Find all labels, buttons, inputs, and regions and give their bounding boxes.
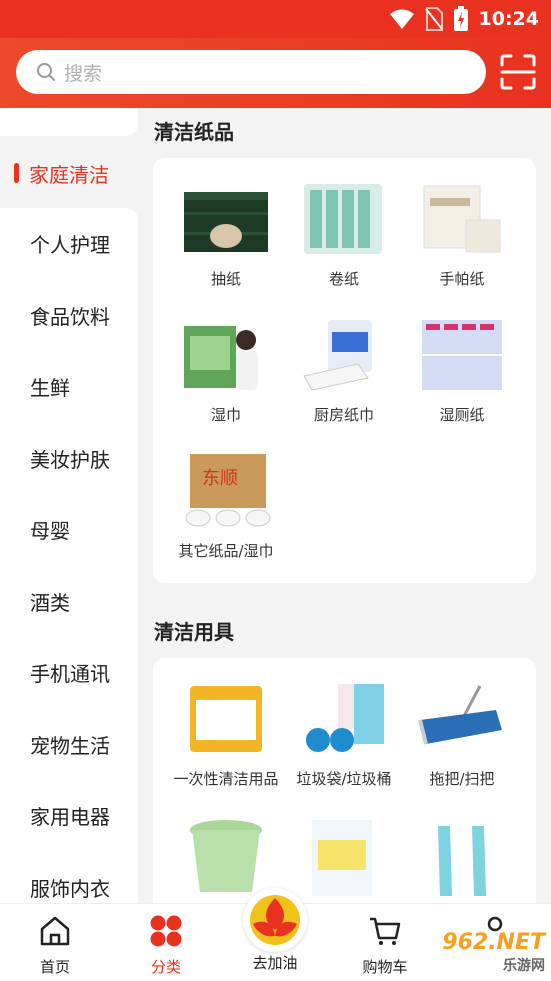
product-item[interactable] xyxy=(402,816,522,896)
product-image xyxy=(180,316,272,396)
watermark-brand: 962.NET xyxy=(442,930,545,955)
search-icon xyxy=(37,63,55,81)
product-item[interactable] xyxy=(166,816,286,896)
section-card: 一次性清洁用品 垃圾袋/垃圾桶 拖把/扫把 xyxy=(153,658,536,903)
product-image: 东顺 xyxy=(180,452,272,532)
product-image xyxy=(416,680,508,760)
sidebar-item[interactable]: 家用电器 xyxy=(0,780,138,852)
svg-text:东顺: 东顺 xyxy=(202,468,238,489)
product-image xyxy=(298,816,390,896)
sidebar-item[interactable]: 个人护理 xyxy=(0,208,138,280)
product-item[interactable]: 抽纸 xyxy=(166,180,286,289)
status-bar: 10:24 xyxy=(0,0,551,38)
scan-icon xyxy=(500,54,536,90)
tab-label: 分类 xyxy=(150,958,181,976)
product-item[interactable] xyxy=(284,816,404,896)
sidebar-list: 个人护理 食品饮料 生鲜 美妆护肤 母婴 酒类 手机通讯 宠物生活 家用电器 服… xyxy=(0,208,138,908)
product-label: 抽纸 xyxy=(210,270,241,288)
tab-category[interactable]: 分类 xyxy=(126,914,206,977)
product-item[interactable]: 卷纸 xyxy=(284,180,404,289)
sidebar-item[interactable]: 食品饮料 xyxy=(0,280,138,352)
no-sim-icon xyxy=(424,7,443,31)
product-item[interactable]: 垃圾袋/垃圾桶 xyxy=(284,680,404,789)
category-content: 清洁纸品 抽纸 卷纸 手帕纸 湿巾 厨房纸巾 湿厕纸 东顺 其它纸品/湿巾 清洁… xyxy=(138,108,551,903)
product-label: 湿厕纸 xyxy=(439,406,485,424)
product-label: 厨房纸巾 xyxy=(313,406,374,424)
search-placeholder: 搜索 xyxy=(64,62,103,85)
product-item[interactable]: 厨房纸巾 xyxy=(284,316,404,425)
sidebar-item[interactable]: 母婴 xyxy=(0,494,138,566)
category-icon xyxy=(149,914,183,948)
sidebar-item[interactable]: 手机通讯 xyxy=(0,637,138,709)
tab-refuel[interactable]: 去加油 xyxy=(235,952,315,973)
sidebar-item[interactable]: 生鲜 xyxy=(0,351,138,423)
bottom-tab-bar: 首页 分类 去加油 购物车 962.NET 乐游网 xyxy=(0,888,551,981)
product-image xyxy=(416,316,508,396)
product-image xyxy=(180,180,272,260)
product-image xyxy=(180,680,272,760)
home-icon xyxy=(38,914,72,948)
product-item[interactable]: 一次性清洁用品 xyxy=(166,680,286,789)
petrochina-logo-icon xyxy=(250,895,300,945)
product-item[interactable]: 拖把/扫把 xyxy=(402,680,522,789)
section-card: 抽纸 卷纸 手帕纸 湿巾 厨房纸巾 湿厕纸 东顺 其它纸品/湿巾 xyxy=(153,158,536,583)
category-sidebar: 家庭清洁 个人护理 食品饮料 生鲜 美妆护肤 母婴 酒类 手机通讯 宠物生活 家… xyxy=(0,108,138,908)
product-image xyxy=(180,816,272,896)
watermark-sub: 乐游网 xyxy=(503,958,545,974)
active-indicator xyxy=(14,163,19,183)
status-time: 10:24 xyxy=(478,8,539,30)
product-image xyxy=(298,680,390,760)
product-image xyxy=(298,316,390,396)
product-label: 手帕纸 xyxy=(439,270,485,288)
wifi-icon xyxy=(389,9,414,29)
section-title: 清洁纸品 xyxy=(154,120,234,144)
tab-home[interactable]: 首页 xyxy=(15,914,95,977)
product-item[interactable]: 湿厕纸 xyxy=(402,316,522,425)
refuel-logo[interactable] xyxy=(243,888,307,952)
sidebar-item[interactable]: 酒类 xyxy=(0,566,138,638)
cart-icon xyxy=(368,914,402,948)
sidebar-item[interactable]: 宠物生活 xyxy=(0,709,138,781)
header: 搜索 xyxy=(0,38,551,108)
tab-label: 首页 xyxy=(39,958,70,976)
tab-label: 购物车 xyxy=(362,958,408,976)
sidebar-item-label: 家庭清洁 xyxy=(29,162,109,187)
status-icons: 10:24 xyxy=(389,6,539,32)
search-input[interactable]: 搜索 xyxy=(16,50,486,94)
product-label: 一次性清洁用品 xyxy=(173,770,279,788)
product-item[interactable]: 手帕纸 xyxy=(402,180,522,289)
sidebar-item[interactable]: 美妆护肤 xyxy=(0,423,138,495)
product-label: 拖把/扫把 xyxy=(429,770,495,788)
product-image xyxy=(416,816,508,896)
tab-label: 去加油 xyxy=(252,954,298,972)
watermark: 962.NET 乐游网 xyxy=(442,930,545,975)
product-label: 其它纸品/湿巾 xyxy=(178,542,274,560)
product-image xyxy=(416,180,508,260)
section-title: 清洁用具 xyxy=(154,620,234,644)
product-label: 湿巾 xyxy=(210,406,241,424)
battery-icon xyxy=(453,6,468,31)
tab-cart[interactable]: 购物车 xyxy=(345,914,425,977)
sidebar-top-cap xyxy=(0,108,138,136)
product-image xyxy=(298,180,390,260)
product-label: 卷纸 xyxy=(328,270,359,288)
sidebar-item-active[interactable]: 家庭清洁 xyxy=(0,148,138,198)
product-item[interactable]: 东顺 其它纸品/湿巾 xyxy=(166,452,286,561)
product-item[interactable]: 湿巾 xyxy=(166,316,286,425)
scan-button[interactable] xyxy=(498,52,538,92)
product-label: 垃圾袋/垃圾桶 xyxy=(296,770,392,788)
